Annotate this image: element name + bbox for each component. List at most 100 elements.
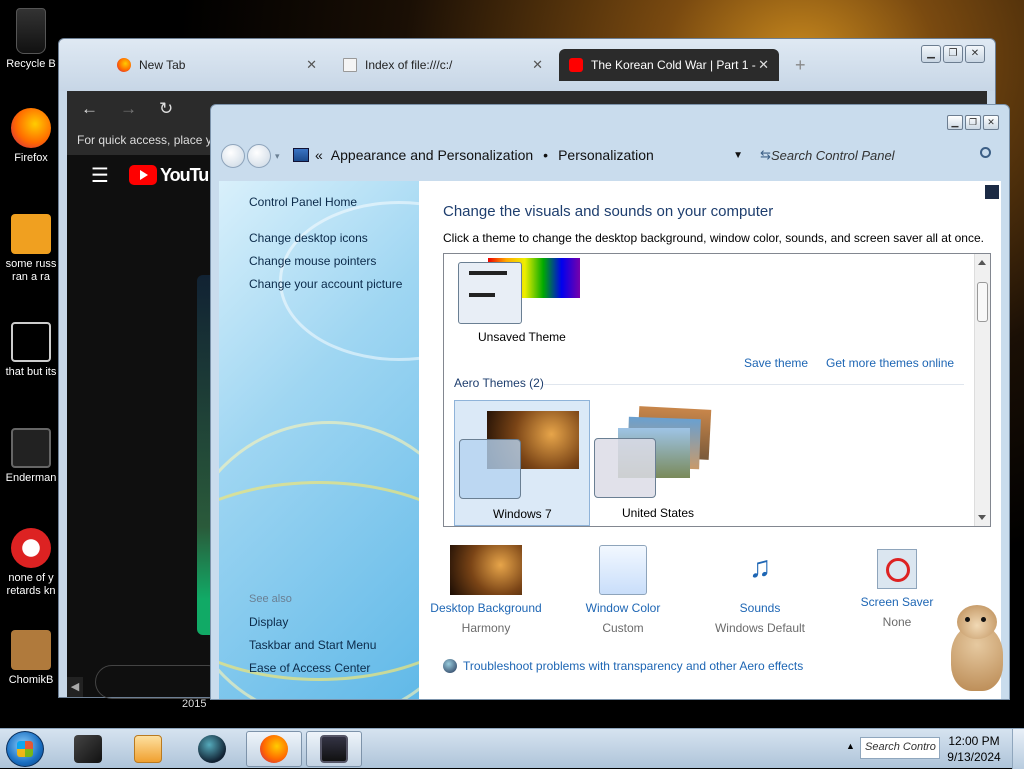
- minimize-button[interactable]: ▁: [921, 45, 941, 63]
- taskbar-globe-app[interactable]: [184, 731, 240, 767]
- maximize-button[interactable]: ❐: [965, 115, 981, 130]
- close-button[interactable]: ✕: [983, 115, 999, 130]
- page-title: Change the visuals and sounds on your co…: [443, 203, 774, 220]
- windows-logo-icon: [17, 741, 33, 757]
- youtube-logo[interactable]: YouTu: [128, 165, 209, 186]
- address-field[interactable]: « Appearance and Personalization • Perso…: [293, 142, 771, 168]
- desktop-icon-label: Firefox: [14, 152, 48, 164]
- start-button[interactable]: [6, 731, 44, 767]
- breadcrumb-personalization[interactable]: Personalization: [558, 147, 654, 163]
- firefox-icon: [260, 735, 288, 763]
- theme-list: Unsaved Theme Save theme Get more themes…: [443, 253, 991, 527]
- maximize-button[interactable]: ❐: [943, 45, 963, 63]
- change-mouse-pointers-link[interactable]: Change mouse pointers: [249, 254, 376, 268]
- change-desktop-icons-link[interactable]: Change desktop icons: [249, 231, 368, 245]
- browser-window-controls: ▁ ❐ ✕: [921, 45, 985, 63]
- forward-button[interactable]: [247, 144, 271, 168]
- tab-index-of-file[interactable]: Index of file:///c:/ ✕: [333, 49, 553, 81]
- taskbar-terminal[interactable]: [60, 731, 116, 767]
- tab-close-icon[interactable]: ✕: [758, 57, 769, 73]
- help-icon[interactable]: [985, 185, 999, 199]
- breadcrumb-appearance[interactable]: Appearance and Personalization: [331, 147, 533, 163]
- theme-name: Windows 7: [493, 507, 552, 521]
- troubleshoot-link[interactable]: Troubleshoot problems with transparency …: [463, 659, 803, 673]
- reload-icon[interactable]: ↻: [159, 99, 173, 119]
- bookmarks-hint: For quick access, place yo: [77, 133, 219, 147]
- setting-label: Window Color: [585, 601, 661, 615]
- scroll-left-arrow[interactable]: ◀: [67, 677, 83, 697]
- taskbar-control-panel[interactable]: [306, 731, 362, 767]
- show-desktop-button[interactable]: [1012, 729, 1024, 769]
- youtube-play-icon: [128, 165, 157, 185]
- minimize-button[interactable]: ▁: [947, 115, 963, 130]
- save-theme-link[interactable]: Save theme: [744, 356, 808, 370]
- youtube-icon: [569, 58, 583, 72]
- change-account-picture-link[interactable]: Change your account picture: [249, 277, 402, 291]
- theme-list-scrollbar[interactable]: [974, 254, 990, 526]
- window-color-setting[interactable]: Window Color Custom: [558, 545, 688, 635]
- desktop-icon-shortcut-1[interactable]: that but its: [0, 322, 62, 379]
- troubleshoot-row[interactable]: Troubleshoot problems with transparency …: [443, 659, 803, 673]
- taskbar-start-menu-link[interactable]: Taskbar and Start Menu: [249, 638, 376, 652]
- forward-icon[interactable]: →: [120, 99, 137, 119]
- scroll-down-icon[interactable]: [978, 515, 986, 520]
- sounds-music-notes-icon: ♫: [748, 551, 772, 584]
- back-icon[interactable]: ←: [81, 99, 98, 119]
- clock-date: 9/13/2024: [947, 750, 1001, 764]
- firefox-icon: [11, 108, 51, 148]
- desktop-icon-recycle-bin[interactable]: Recycle B: [0, 8, 62, 71]
- desktop-icon-label: ChomikB: [8, 674, 54, 686]
- desktop-background-thumbnail: [450, 545, 522, 595]
- ease-of-access-link[interactable]: Ease of Access Center: [249, 661, 370, 675]
- monitor-icon: [11, 428, 51, 468]
- tab-korean-cold-war[interactable]: The Korean Cold War | Part 1 - ✕: [559, 49, 779, 81]
- theme-windows-7[interactable]: Windows 7: [454, 400, 590, 526]
- hamburger-menu-icon[interactable]: ☰: [91, 163, 109, 188]
- tab-title: Index of file:///c:/: [365, 58, 453, 72]
- control-panel-window: ▁ ❐ ✕ ▾ « Appearance and Personalization…: [210, 104, 1010, 700]
- desktop-icon-firefox[interactable]: Firefox: [0, 108, 62, 165]
- section-divider: [544, 384, 964, 385]
- setting-value: Harmony: [461, 621, 511, 635]
- tab-title: New Tab: [139, 58, 186, 72]
- media-player-icon: [134, 735, 162, 763]
- desktop-icon-chomik[interactable]: ChomikB: [0, 630, 62, 687]
- search-pill[interactable]: [95, 665, 225, 699]
- taskbar-media-player[interactable]: [120, 731, 176, 767]
- display-link[interactable]: Display: [249, 615, 288, 629]
- tab-new-tab[interactable]: New Tab ✕: [107, 49, 327, 81]
- back-button[interactable]: [221, 144, 245, 168]
- control-panel-icon: [293, 148, 309, 162]
- scroll-thumb[interactable]: [977, 282, 988, 322]
- setting-value: Custom: [602, 621, 644, 635]
- system-clock[interactable]: 12:00 PM 9/13/2024: [944, 733, 1004, 765]
- desktop-icon-document-2[interactable]: none of y retards kn: [0, 528, 62, 598]
- windows-7-window-thumbnail: [459, 439, 521, 499]
- breadcrumb-overflow-icon[interactable]: «: [315, 147, 323, 163]
- address-dropdown-icon[interactable]: ▼: [733, 150, 743, 161]
- tab-close-icon[interactable]: ✕: [532, 57, 543, 73]
- search-icon[interactable]: [980, 147, 991, 158]
- new-tab-button[interactable]: +: [795, 55, 806, 76]
- desktop-icon-label: none of y retards kn: [6, 572, 56, 597]
- theme-united-states[interactable]: United States: [594, 400, 724, 526]
- search-control-panel-input[interactable]: Search Control Panel: [763, 142, 999, 168]
- main-content-pane: Change the visuals and sounds on your co…: [419, 181, 1003, 699]
- desktop-icon-enderman[interactable]: Enderman: [0, 428, 62, 485]
- tray-search-field[interactable]: Search Contro: [860, 737, 940, 759]
- control-panel-home-link[interactable]: Control Panel Home: [249, 195, 357, 209]
- tab-close-icon[interactable]: ✕: [306, 57, 317, 73]
- hamster-icon: [11, 630, 51, 670]
- recent-pages-chevron-icon[interactable]: ▾: [275, 151, 280, 162]
- desktop-icon-document-1[interactable]: some russ ran a ra: [0, 214, 62, 284]
- desktop-background-setting[interactable]: Desktop Background Harmony: [421, 545, 551, 635]
- get-more-themes-link[interactable]: Get more themes online: [826, 356, 954, 370]
- tray-expand-icon[interactable]: ▲: [846, 741, 855, 751]
- file-icon: [343, 58, 357, 72]
- unsaved-theme-item[interactable]: Unsaved Theme: [458, 258, 582, 344]
- stacked-windows-icon: [11, 322, 51, 362]
- scroll-up-icon[interactable]: [978, 260, 986, 265]
- taskbar-firefox[interactable]: [246, 731, 302, 767]
- close-button[interactable]: ✕: [965, 45, 985, 63]
- sounds-setting[interactable]: ♫ Sounds Windows Default: [695, 545, 825, 635]
